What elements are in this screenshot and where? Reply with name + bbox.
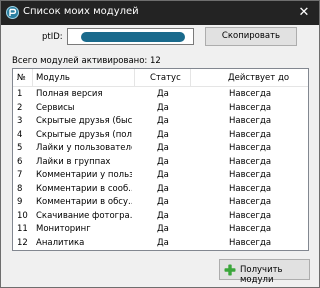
module-name: Скачивание фотогра... <box>36 210 132 221</box>
module-valid-until: Навсегда <box>229 183 272 194</box>
row-number: 6 <box>17 156 23 167</box>
modules-window: Список моих модулей ✕ ptID: Скопировать … <box>0 0 320 288</box>
header-num[interactable]: № <box>17 73 26 83</box>
module-valid-until: Навсегда <box>229 197 272 207</box>
app-logo-icon <box>6 6 19 19</box>
module-status: Да <box>157 89 169 99</box>
module-status: Да <box>157 183 169 194</box>
header-status[interactable]: Статус <box>150 73 181 83</box>
row-number: 4 <box>17 129 23 140</box>
module-status: Да <box>157 197 169 207</box>
list-item[interactable]: 1 Полная версия Да Навсегда <box>13 89 308 100</box>
plus-icon <box>224 264 236 276</box>
module-name: Скрытые друзья (быс... <box>36 116 132 126</box>
close-button[interactable]: ✕ <box>293 3 315 23</box>
module-status: Да <box>157 210 169 221</box>
modules-summary: Всего модулей активировано: 12 <box>12 56 161 66</box>
list-item[interactable]: 5 Лайки у пользователей Да Навсегда <box>13 143 308 154</box>
module-status: Да <box>157 170 169 180</box>
module-status: Да <box>157 224 169 234</box>
ptid-label: ptID: <box>42 32 63 42</box>
list-item[interactable]: 7 Комментарии у польз... Да Навсегда <box>13 170 308 181</box>
module-status: Да <box>157 102 169 113</box>
module-valid-until: Навсегда <box>229 102 272 113</box>
header-valid-until[interactable]: Действует до <box>228 73 289 83</box>
module-status: Да <box>157 237 169 248</box>
header-module[interactable]: Модуль <box>36 73 70 83</box>
modules-list[interactable]: № Модуль Статус Действует до 1 Полная вер… <box>12 68 309 251</box>
module-name: Комментарии в сооб... <box>36 183 132 194</box>
module-valid-until: Навсегда <box>229 156 272 167</box>
list-item[interactable]: 4 Скрытые друзья (пол... Да Навсегда <box>13 130 308 141</box>
list-item[interactable]: 10 Скачивание фотогра... Да Навсегда <box>13 211 308 222</box>
ptid-field[interactable] <box>67 28 194 45</box>
row-number: 11 <box>17 224 28 234</box>
list-item[interactable]: 8 Комментарии в сооб... Да Навсегда <box>13 184 308 195</box>
module-valid-until: Навсегда <box>229 116 272 126</box>
module-valid-until: Навсегда <box>229 170 272 180</box>
row-number: 10 <box>17 210 28 221</box>
module-name: Аналитика <box>36 237 85 248</box>
module-status: Да <box>157 116 169 126</box>
window-title: Список моих модулей <box>23 6 139 17</box>
module-valid-until: Навсегда <box>229 129 272 140</box>
module-valid-until: Навсегда <box>229 210 272 221</box>
module-valid-until: Навсегда <box>229 224 272 234</box>
list-item[interactable]: 9 Комментарии в обсу... Да Навсегда <box>13 197 308 208</box>
row-number: 5 <box>17 143 23 153</box>
get-modules-label: Получить модули <box>240 265 283 285</box>
module-status: Да <box>157 129 169 140</box>
module-name: Мониторинг <box>36 224 91 234</box>
row-number: 7 <box>17 170 23 180</box>
module-name: Скрытые друзья (пол... <box>36 129 132 140</box>
list-item[interactable]: 2 Сервисы Да Навсегда <box>13 103 308 114</box>
row-number: 2 <box>17 102 23 113</box>
list-item[interactable]: 6 Лайки в группах Да Навсегда <box>13 157 308 168</box>
header-divider[interactable] <box>190 69 191 87</box>
ptid-redaction <box>81 32 185 42</box>
title-bar: Список моих модулей ✕ <box>1 1 319 25</box>
module-name: Лайки в группах <box>36 156 111 167</box>
row-number: 8 <box>17 183 23 194</box>
module-name: Сервисы <box>36 102 75 113</box>
module-valid-until: Навсегда <box>229 237 272 248</box>
module-name: Комментарии в обсу... <box>36 197 132 207</box>
module-name: Полная версия <box>36 89 103 99</box>
module-valid-until: Навсегда <box>229 89 272 99</box>
module-status: Да <box>157 156 169 167</box>
module-valid-until: Навсегда <box>229 143 272 153</box>
list-header: № Модуль Статус Действует до <box>13 69 308 87</box>
list-item[interactable]: 12 Аналитика Да Навсегда <box>13 238 308 249</box>
close-icon: ✕ <box>298 5 310 20</box>
row-number: 3 <box>17 116 23 126</box>
module-status: Да <box>157 143 169 153</box>
module-name: Лайки у пользователей <box>36 143 132 153</box>
module-name: Комментарии у польз... <box>36 170 132 180</box>
list-item[interactable]: 3 Скрытые друзья (быс... Да Навсегда <box>13 116 308 127</box>
list-item[interactable]: 11 Мониторинг Да Навсегда <box>13 224 308 235</box>
copy-button[interactable]: Скопировать <box>205 27 297 46</box>
get-modules-button[interactable]: Получить модули <box>219 259 310 285</box>
row-number: 9 <box>17 197 23 207</box>
header-divider[interactable] <box>32 69 33 87</box>
row-number: 1 <box>17 89 23 99</box>
row-number: 12 <box>17 237 28 248</box>
header-divider[interactable] <box>134 69 135 87</box>
